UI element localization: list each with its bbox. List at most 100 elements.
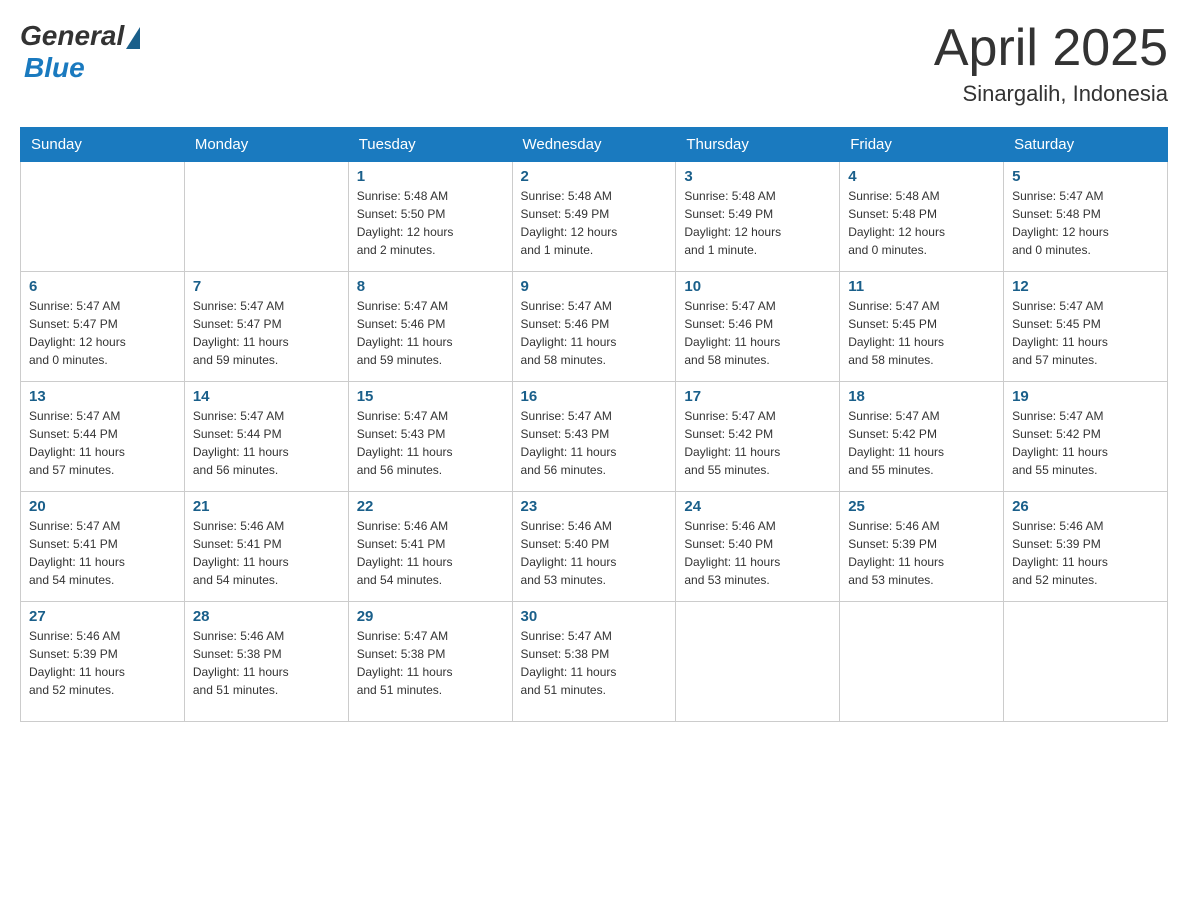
weekday-header-tuesday: Tuesday	[348, 128, 512, 162]
calendar-cell: 15 Sunrise: 5:47 AM Sunset: 5:43 PM Dayli…	[348, 382, 512, 492]
day-number: 3	[684, 168, 831, 185]
day-number: 26	[1012, 498, 1159, 515]
day-number: 23	[521, 498, 668, 515]
calendar-cell	[1004, 602, 1168, 722]
day-info: Sunrise: 5:46 AM Sunset: 5:41 PM Dayligh…	[193, 517, 340, 589]
month-year-title: April 2025	[934, 20, 1168, 77]
calendar-cell: 10Sunrise: 5:47 AM Sunset: 5:46 PM Dayli…	[676, 272, 840, 382]
day-info: Sunrise: 5:47 AM Sunset: 5:45 PM Dayligh…	[1012, 297, 1159, 369]
logo-general-text: General	[20, 20, 124, 52]
calendar-table: SundayMondayTuesdayWednesdayThursdayFrid…	[20, 127, 1168, 722]
day-info: Sunrise: 5:46 AM Sunset: 5:39 PM Dayligh…	[29, 627, 176, 699]
day-number: 6	[29, 278, 176, 295]
calendar-cell: 16Sunrise: 5:47 AM Sunset: 5:43 PM Dayli…	[512, 382, 676, 492]
day-info: Sunrise: 5:47 AM Sunset: 5:44 PM Dayligh…	[29, 407, 176, 479]
day-number: 25	[848, 498, 995, 515]
weekday-header-monday: Monday	[184, 128, 348, 162]
day-info: Sunrise: 5:47 AM Sunset: 5:38 PM Dayligh…	[357, 627, 504, 699]
day-info: Sunrise: 5:47 AM Sunset: 5:45 PM Dayligh…	[848, 297, 995, 369]
day-info: Sunrise: 5:47 AM Sunset: 5:44 PM Dayligh…	[193, 407, 340, 479]
calendar-cell: 27 Sunrise: 5:46 AM Sunset: 5:39 PM Dayli…	[21, 602, 185, 722]
calendar-cell: 14 Sunrise: 5:47 AM Sunset: 5:44 PM Dayli…	[184, 382, 348, 492]
day-info: Sunrise: 5:46 AM Sunset: 5:39 PM Dayligh…	[1012, 517, 1159, 589]
calendar-cell: 8 Sunrise: 5:47 AM Sunset: 5:46 PM Daylig…	[348, 272, 512, 382]
calendar-week-row: 1Sunrise: 5:48 AM Sunset: 5:50 PM Daylig…	[21, 162, 1168, 272]
day-number: 17	[684, 388, 831, 405]
logo: General Blue	[20, 20, 140, 84]
day-info: Sunrise: 5:48 AM Sunset: 5:48 PM Dayligh…	[848, 187, 995, 259]
calendar-week-row: 27 Sunrise: 5:46 AM Sunset: 5:39 PM Dayli…	[21, 602, 1168, 722]
calendar-cell: 13 Sunrise: 5:47 AM Sunset: 5:44 PM Dayli…	[21, 382, 185, 492]
day-number: 12	[1012, 278, 1159, 295]
day-info: Sunrise: 5:48 AM Sunset: 5:49 PM Dayligh…	[684, 187, 831, 259]
calendar-cell: 28 Sunrise: 5:46 AM Sunset: 5:38 PM Dayli…	[184, 602, 348, 722]
title-block: April 2025 Sinargalih, Indonesia	[934, 20, 1168, 107]
day-number: 30	[521, 608, 668, 625]
calendar-cell: 26 Sunrise: 5:46 AM Sunset: 5:39 PM Dayli…	[1004, 492, 1168, 602]
weekday-header-row: SundayMondayTuesdayWednesdayThursdayFrid…	[21, 128, 1168, 162]
day-number: 14	[193, 388, 340, 405]
calendar-cell: 30Sunrise: 5:47 AM Sunset: 5:38 PM Dayli…	[512, 602, 676, 722]
day-info: Sunrise: 5:47 AM Sunset: 5:42 PM Dayligh…	[684, 407, 831, 479]
day-info: Sunrise: 5:47 AM Sunset: 5:48 PM Dayligh…	[1012, 187, 1159, 259]
weekday-header-thursday: Thursday	[676, 128, 840, 162]
weekday-header-saturday: Saturday	[1004, 128, 1168, 162]
day-number: 9	[521, 278, 668, 295]
weekday-header-friday: Friday	[840, 128, 1004, 162]
calendar-cell: 6Sunrise: 5:47 AM Sunset: 5:47 PM Daylig…	[21, 272, 185, 382]
calendar-cell: 25Sunrise: 5:46 AM Sunset: 5:39 PM Dayli…	[840, 492, 1004, 602]
day-info: Sunrise: 5:47 AM Sunset: 5:42 PM Dayligh…	[848, 407, 995, 479]
day-number: 8	[357, 278, 504, 295]
calendar-cell	[21, 162, 185, 272]
day-number: 28	[193, 608, 340, 625]
day-number: 13	[29, 388, 176, 405]
calendar-cell: 19Sunrise: 5:47 AM Sunset: 5:42 PM Dayli…	[1004, 382, 1168, 492]
day-info: Sunrise: 5:46 AM Sunset: 5:40 PM Dayligh…	[521, 517, 668, 589]
calendar-cell: 23 Sunrise: 5:46 AM Sunset: 5:40 PM Dayli…	[512, 492, 676, 602]
calendar-cell: 22Sunrise: 5:46 AM Sunset: 5:41 PM Dayli…	[348, 492, 512, 602]
page-header: General Blue April 2025 Sinargalih, Indo…	[20, 20, 1168, 107]
day-number: 4	[848, 168, 995, 185]
day-number: 2	[521, 168, 668, 185]
day-number: 29	[357, 608, 504, 625]
day-info: Sunrise: 5:47 AM Sunset: 5:46 PM Dayligh…	[357, 297, 504, 369]
day-info: Sunrise: 5:46 AM Sunset: 5:38 PM Dayligh…	[193, 627, 340, 699]
calendar-week-row: 13 Sunrise: 5:47 AM Sunset: 5:44 PM Dayli…	[21, 382, 1168, 492]
day-number: 27	[29, 608, 176, 625]
calendar-cell: 11Sunrise: 5:47 AM Sunset: 5:45 PM Dayli…	[840, 272, 1004, 382]
day-number: 22	[357, 498, 504, 515]
calendar-cell: 7Sunrise: 5:47 AM Sunset: 5:47 PM Daylig…	[184, 272, 348, 382]
day-info: Sunrise: 5:47 AM Sunset: 5:41 PM Dayligh…	[29, 517, 176, 589]
day-number: 7	[193, 278, 340, 295]
calendar-cell: 1Sunrise: 5:48 AM Sunset: 5:50 PM Daylig…	[348, 162, 512, 272]
calendar-cell: 24 Sunrise: 5:46 AM Sunset: 5:40 PM Dayli…	[676, 492, 840, 602]
day-number: 20	[29, 498, 176, 515]
calendar-cell: 12 Sunrise: 5:47 AM Sunset: 5:45 PM Dayli…	[1004, 272, 1168, 382]
calendar-cell: 9 Sunrise: 5:47 AM Sunset: 5:46 PM Daylig…	[512, 272, 676, 382]
calendar-cell: 29 Sunrise: 5:47 AM Sunset: 5:38 PM Dayli…	[348, 602, 512, 722]
calendar-cell: 2 Sunrise: 5:48 AM Sunset: 5:49 PM Daylig…	[512, 162, 676, 272]
day-number: 16	[521, 388, 668, 405]
day-number: 19	[1012, 388, 1159, 405]
day-number: 18	[848, 388, 995, 405]
day-number: 21	[193, 498, 340, 515]
calendar-cell: 17 Sunrise: 5:47 AM Sunset: 5:42 PM Dayli…	[676, 382, 840, 492]
day-info: Sunrise: 5:47 AM Sunset: 5:43 PM Dayligh…	[357, 407, 504, 479]
day-info: Sunrise: 5:47 AM Sunset: 5:46 PM Dayligh…	[521, 297, 668, 369]
logo-triangle-icon	[126, 27, 140, 49]
day-number: 15	[357, 388, 504, 405]
location-subtitle: Sinargalih, Indonesia	[934, 81, 1168, 107]
day-info: Sunrise: 5:46 AM Sunset: 5:40 PM Dayligh…	[684, 517, 831, 589]
calendar-week-row: 20 Sunrise: 5:47 AM Sunset: 5:41 PM Dayli…	[21, 492, 1168, 602]
calendar-cell: 4 Sunrise: 5:48 AM Sunset: 5:48 PM Daylig…	[840, 162, 1004, 272]
calendar-week-row: 6Sunrise: 5:47 AM Sunset: 5:47 PM Daylig…	[21, 272, 1168, 382]
day-info: Sunrise: 5:48 AM Sunset: 5:50 PM Dayligh…	[357, 187, 504, 259]
day-info: Sunrise: 5:48 AM Sunset: 5:49 PM Dayligh…	[521, 187, 668, 259]
calendar-cell	[840, 602, 1004, 722]
day-info: Sunrise: 5:47 AM Sunset: 5:46 PM Dayligh…	[684, 297, 831, 369]
day-number: 5	[1012, 168, 1159, 185]
calendar-cell: 21 Sunrise: 5:46 AM Sunset: 5:41 PM Dayli…	[184, 492, 348, 602]
day-number: 24	[684, 498, 831, 515]
calendar-cell: 18 Sunrise: 5:47 AM Sunset: 5:42 PM Dayli…	[840, 382, 1004, 492]
calendar-cell: 20 Sunrise: 5:47 AM Sunset: 5:41 PM Dayli…	[21, 492, 185, 602]
